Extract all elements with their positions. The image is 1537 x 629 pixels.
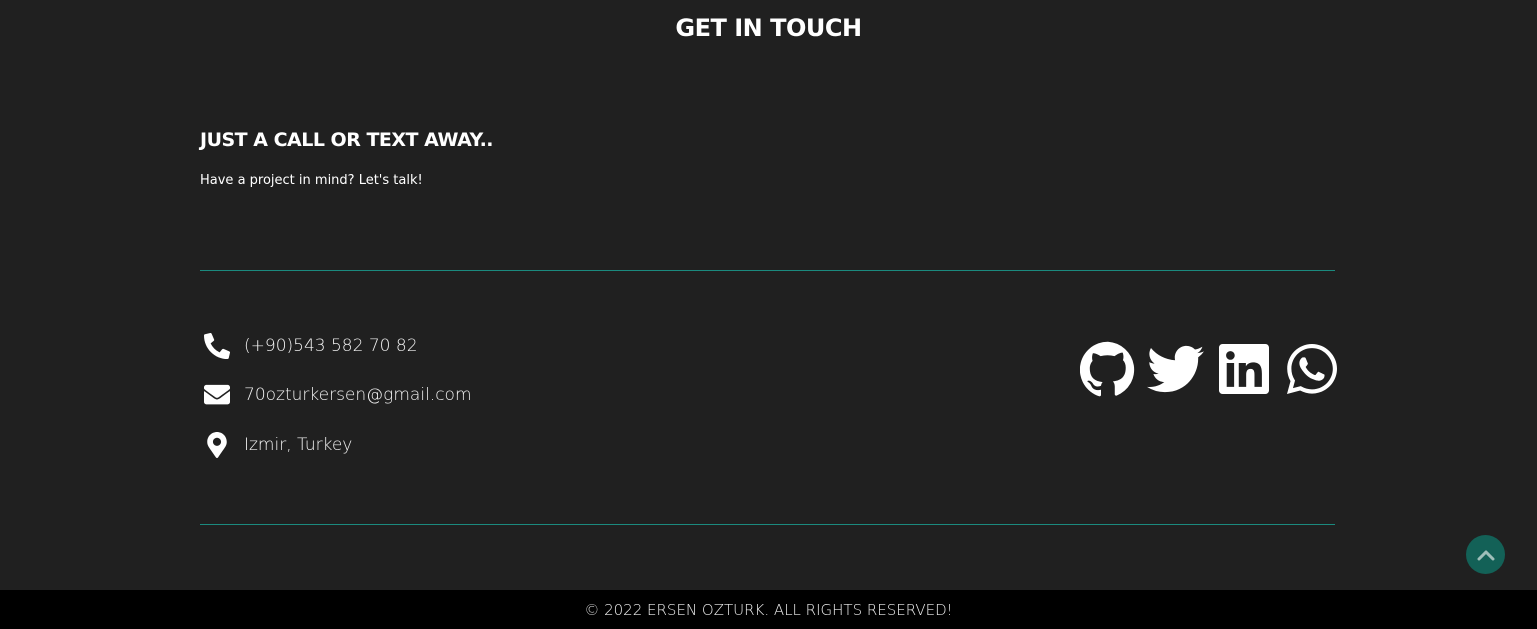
twitter-link[interactable] (1147, 340, 1204, 397)
whatsapp-icon (1286, 343, 1337, 394)
contact-page: GET IN TOUCH JUST A CALL OR TEXT AWAY.. … (0, 0, 1537, 629)
github-link[interactable] (1079, 340, 1136, 397)
location-text: Izmir, Turkey (244, 435, 353, 455)
phone-icon (202, 331, 232, 361)
divider-top (200, 270, 1335, 271)
linkedin-icon (1218, 343, 1269, 394)
linkedin-link[interactable] (1215, 340, 1272, 397)
chevron-up-icon (1477, 550, 1494, 560)
divider-bottom (200, 524, 1335, 525)
section-title: GET IN TOUCH (675, 14, 862, 42)
phone-number: (+90)543 582 70 82 (244, 336, 418, 356)
github-icon (1079, 341, 1134, 396)
email-address: 70ozturkersen@gmail.com (244, 385, 472, 405)
contact-subheading: JUST A CALL OR TEXT AWAY.. (200, 129, 494, 151)
footer: © 2022 ERSEN OZTURK. ALL RIGHTS RESERVED… (0, 590, 1537, 629)
contact-phone[interactable]: (+90)543 582 70 82 (202, 331, 418, 361)
copyright-text: © 2022 ERSEN OZTURK. ALL RIGHTS RESERVED… (584, 600, 953, 619)
map-marker-icon (202, 430, 232, 460)
whatsapp-link[interactable] (1283, 340, 1340, 397)
social-links (1079, 340, 1340, 397)
envelope-icon (202, 380, 232, 410)
contact-email[interactable]: 70ozturkersen@gmail.com (202, 380, 472, 410)
scroll-to-top-button[interactable] (1466, 535, 1505, 574)
contact-location: Izmir, Turkey (202, 430, 352, 460)
contact-tagline: Have a project in mind? Let's talk! (200, 173, 423, 188)
twitter-icon (1147, 345, 1204, 392)
